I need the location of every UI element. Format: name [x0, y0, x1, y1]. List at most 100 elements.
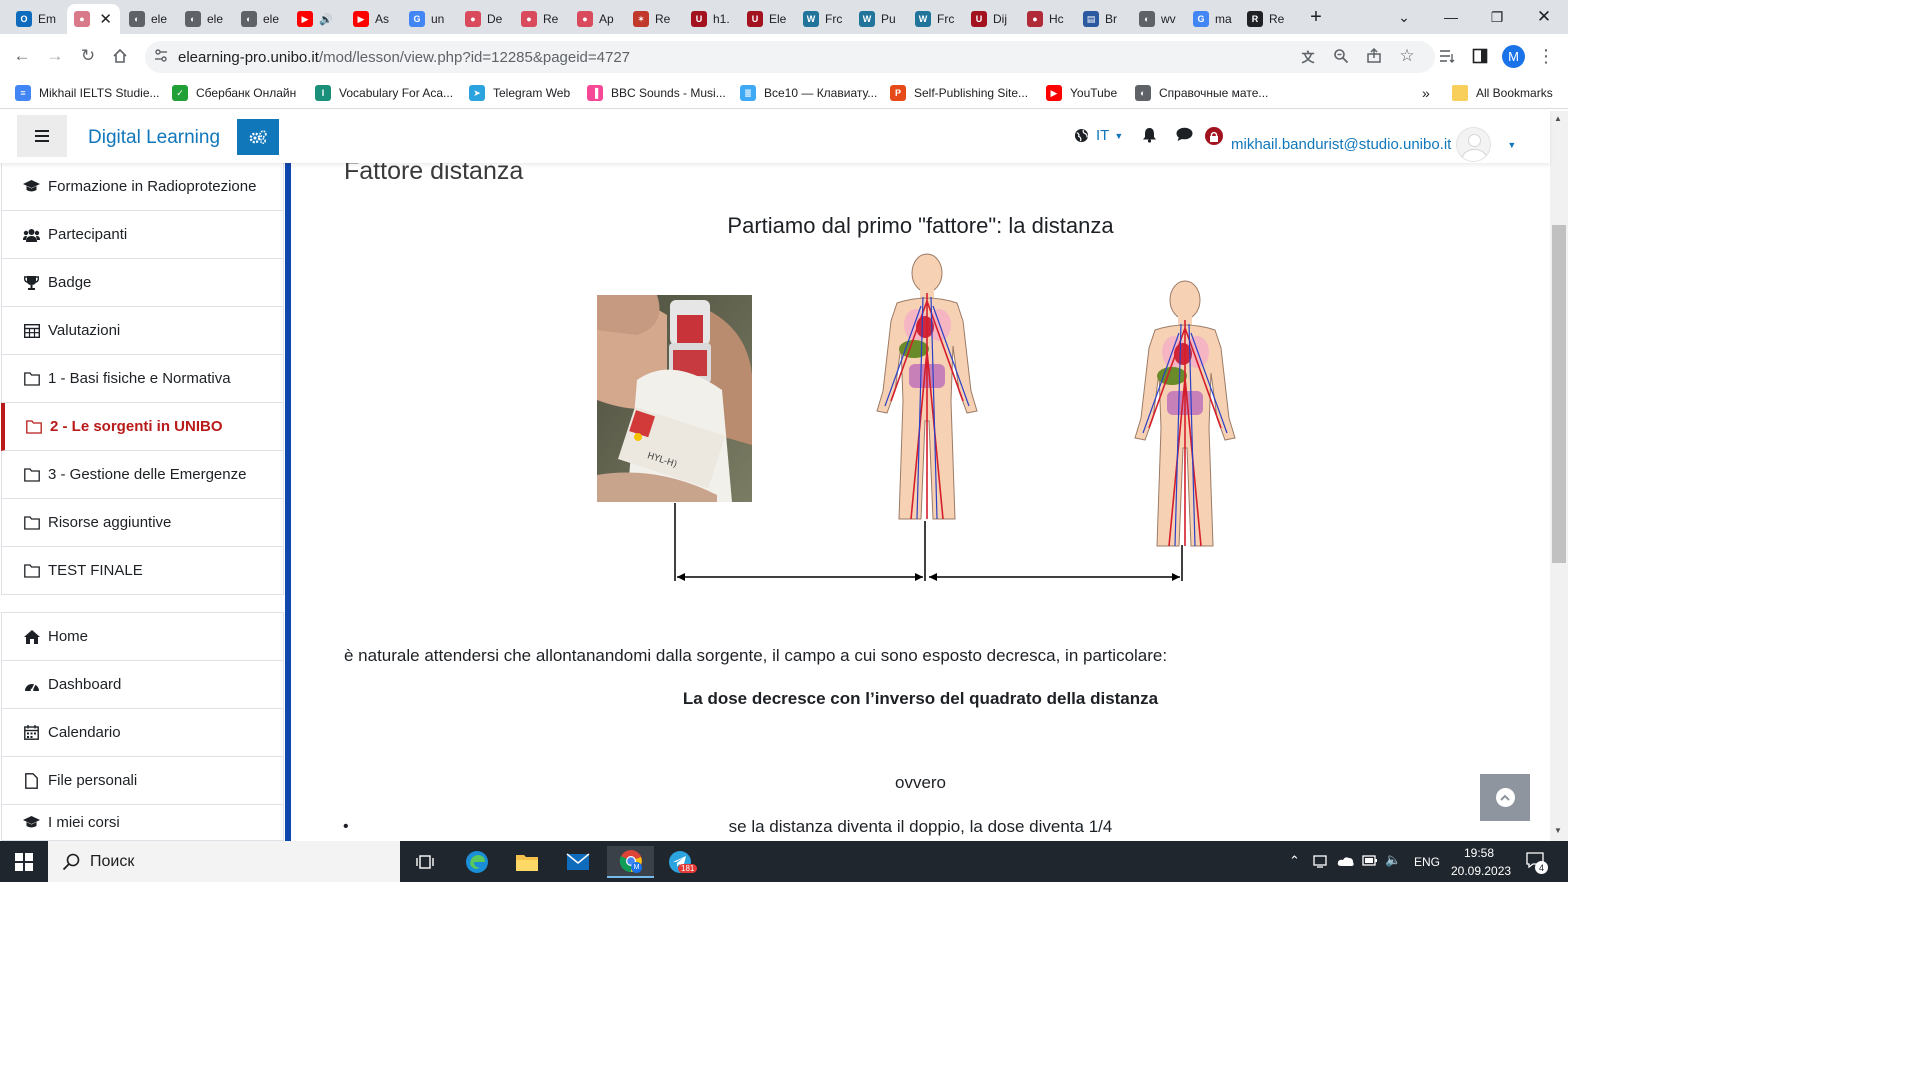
browser-tab[interactable]: ◐ wv	[1132, 4, 1183, 34]
browser-tab[interactable]: ◐ ele	[122, 4, 175, 34]
browser-menu-icon[interactable]: ⋮	[1533, 43, 1559, 69]
chrome-taskbar-button[interactable]: M	[607, 846, 654, 878]
bookmark-item[interactable]: ➤ Telegram Web	[469, 84, 570, 102]
bookmark-item[interactable]: ◐ Справочные мате...	[1135, 84, 1268, 102]
reload-button[interactable]: ↻	[75, 43, 101, 69]
home-button[interactable]	[107, 43, 133, 69]
minimize-button[interactable]: —	[1437, 6, 1465, 28]
bookmark-item[interactable]: ≡ Mikhail IELTS Studie...	[15, 84, 160, 102]
tab-title: h1.	[713, 12, 730, 26]
sidebar-item[interactable]: Home	[1, 613, 284, 661]
profile-avatar[interactable]: M	[1502, 45, 1525, 68]
back-to-top-button[interactable]	[1480, 774, 1530, 821]
browser-tab[interactable]: ▶ 🔊	[290, 4, 343, 34]
volume-icon[interactable]: 🔈	[1385, 852, 1401, 868]
scroll-down-arrow[interactable]: ▼	[1554, 826, 1562, 835]
language-menu[interactable]: IT ▼	[1074, 127, 1123, 144]
network-icon[interactable]	[1313, 854, 1329, 871]
scroll-up-arrow[interactable]: ▲	[1554, 114, 1562, 123]
privacy-icon[interactable]	[1205, 127, 1223, 145]
bookmark-item[interactable]: ✓ Сбербанк Онлайн	[172, 84, 296, 102]
sidebar-item[interactable]: Partecipanti	[1, 211, 284, 259]
bookmarks-overflow-button[interactable]: »	[1422, 84, 1430, 102]
explorer-taskbar-button[interactable]	[507, 846, 547, 878]
comment-icon	[1176, 127, 1193, 141]
telegram-taskbar-button[interactable]: 181	[660, 846, 700, 878]
tab-search-button[interactable]: ⌄	[1390, 6, 1418, 28]
sidebar-item[interactable]: TEST FINALE	[1, 547, 284, 595]
sidebar-item[interactable]: Dashboard	[1, 661, 284, 709]
browser-tab[interactable]: U Ele	[740, 4, 793, 34]
browser-tab[interactable]: W Pu	[852, 4, 905, 34]
messages-button[interactable]	[1176, 127, 1193, 142]
browser-tab[interactable]: ● Re	[514, 4, 567, 34]
mail-taskbar-button[interactable]	[558, 846, 598, 878]
browser-tab[interactable]: ● ✕	[67, 4, 120, 34]
zoom-icon[interactable]	[1328, 43, 1354, 69]
browser-tab[interactable]: O Em	[9, 4, 64, 34]
clock-date[interactable]: 20.09.2023	[1451, 864, 1511, 878]
admin-menu-button[interactable]	[237, 119, 279, 155]
all-bookmarks-button[interactable]: All Bookmarks	[1452, 84, 1553, 102]
user-menu[interactable]: mikhail.bandurist@studio.unibo.it ▼	[1231, 127, 1516, 162]
share-icon[interactable]	[1361, 43, 1387, 69]
sidebar-item[interactable]: Calendario	[1, 709, 284, 757]
close-tab-icon[interactable]: ✕	[99, 10, 112, 28]
browser-tab[interactable]: Gma	[1186, 4, 1237, 34]
maximize-button[interactable]: ❐	[1483, 6, 1511, 28]
drawer-toggle-button[interactable]	[17, 115, 67, 157]
sidebar-item[interactable]: Valutazioni	[1, 307, 284, 355]
sidebar-item[interactable]: Badge	[1, 259, 284, 307]
scrollbar-thumb[interactable]	[1552, 225, 1566, 563]
browser-tab[interactable]: Gun	[402, 4, 455, 34]
reading-list-icon[interactable]	[1434, 43, 1460, 69]
bookmark-item[interactable]: I Vocabulary For Aca...	[315, 84, 453, 102]
browser-tab[interactable]: R Re	[1240, 4, 1292, 34]
bookmark-item[interactable]: P Self-Publishing Site...	[890, 84, 1028, 102]
browser-tab[interactable]: ● Ap	[570, 4, 623, 34]
sidebar-item[interactable]: 3 - Gestione delle Emergenze	[1, 451, 284, 499]
sidebar-item[interactable]: 2 - Le sorgenti in UNIBO	[1, 403, 284, 451]
tab-audio-icon[interactable]: 🔊	[319, 13, 333, 26]
task-view-button[interactable]	[405, 846, 445, 878]
start-button[interactable]	[4, 846, 44, 878]
side-panel-icon[interactable]	[1467, 43, 1493, 69]
taskbar-search-box[interactable]: Поиск	[48, 841, 400, 882]
sidebar-item[interactable]: Risorse aggiuntive	[1, 499, 284, 547]
edge-taskbar-button[interactable]	[457, 846, 497, 878]
onedrive-icon[interactable]	[1337, 855, 1355, 870]
notifications-button[interactable]	[1142, 127, 1157, 143]
bookmark-item[interactable]: ≣ Все10 — Клавиату...	[740, 84, 877, 102]
browser-tab[interactable]: U Dij	[964, 4, 1017, 34]
clock-time[interactable]: 19:58	[1464, 846, 1494, 860]
sidebar-item[interactable]: Formazione in Radioprotezione	[1, 163, 284, 211]
notification-center-button[interactable]: 4	[1526, 852, 1548, 874]
browser-tab[interactable]: ▤ Br	[1076, 4, 1129, 34]
back-button[interactable]: ←	[9, 43, 35, 69]
browser-tab[interactable]: W Frc	[796, 4, 849, 34]
bookmark-item[interactable]: ▐ BBC Sounds - Musi...	[587, 84, 726, 102]
browser-tab[interactable]: Uh1.	[684, 4, 737, 34]
translate-icon[interactable]: 文	[1295, 43, 1321, 69]
browser-tab[interactable]: W Frc	[908, 4, 961, 34]
show-hidden-icons-button[interactable]: ⌃	[1289, 853, 1300, 869]
new-tab-button[interactable]: +	[1305, 6, 1327, 28]
browser-tab[interactable]: ● De	[458, 4, 511, 34]
browser-tab[interactable]: ◐ ele	[178, 4, 231, 34]
forward-button[interactable]: →	[42, 43, 68, 69]
shield-icon: U	[747, 11, 763, 27]
browser-tab[interactable]: ◐ ele	[234, 4, 287, 34]
input-language[interactable]: ENG	[1414, 855, 1440, 869]
browser-tab[interactable]: ● Hc	[1020, 4, 1073, 34]
sidebar-item[interactable]: File personali	[1, 757, 284, 805]
site-name-link[interactable]: Digital Learning	[88, 127, 220, 149]
sidebar-item[interactable]: 1 - Basi fisiche e Normativa	[1, 355, 284, 403]
site-info-icon[interactable]	[154, 48, 170, 66]
close-window-button[interactable]: ✕	[1530, 6, 1558, 28]
bookmark-item[interactable]: ▶ YouTube	[1046, 84, 1117, 102]
bookmark-star-icon[interactable]: ☆	[1394, 43, 1420, 69]
sidebar-item[interactable]: I miei corsi	[1, 805, 284, 841]
battery-icon[interactable]	[1362, 855, 1378, 869]
browser-tab[interactable]: ✶ Re	[626, 4, 681, 34]
browser-tab[interactable]: ▶ As	[346, 4, 399, 34]
